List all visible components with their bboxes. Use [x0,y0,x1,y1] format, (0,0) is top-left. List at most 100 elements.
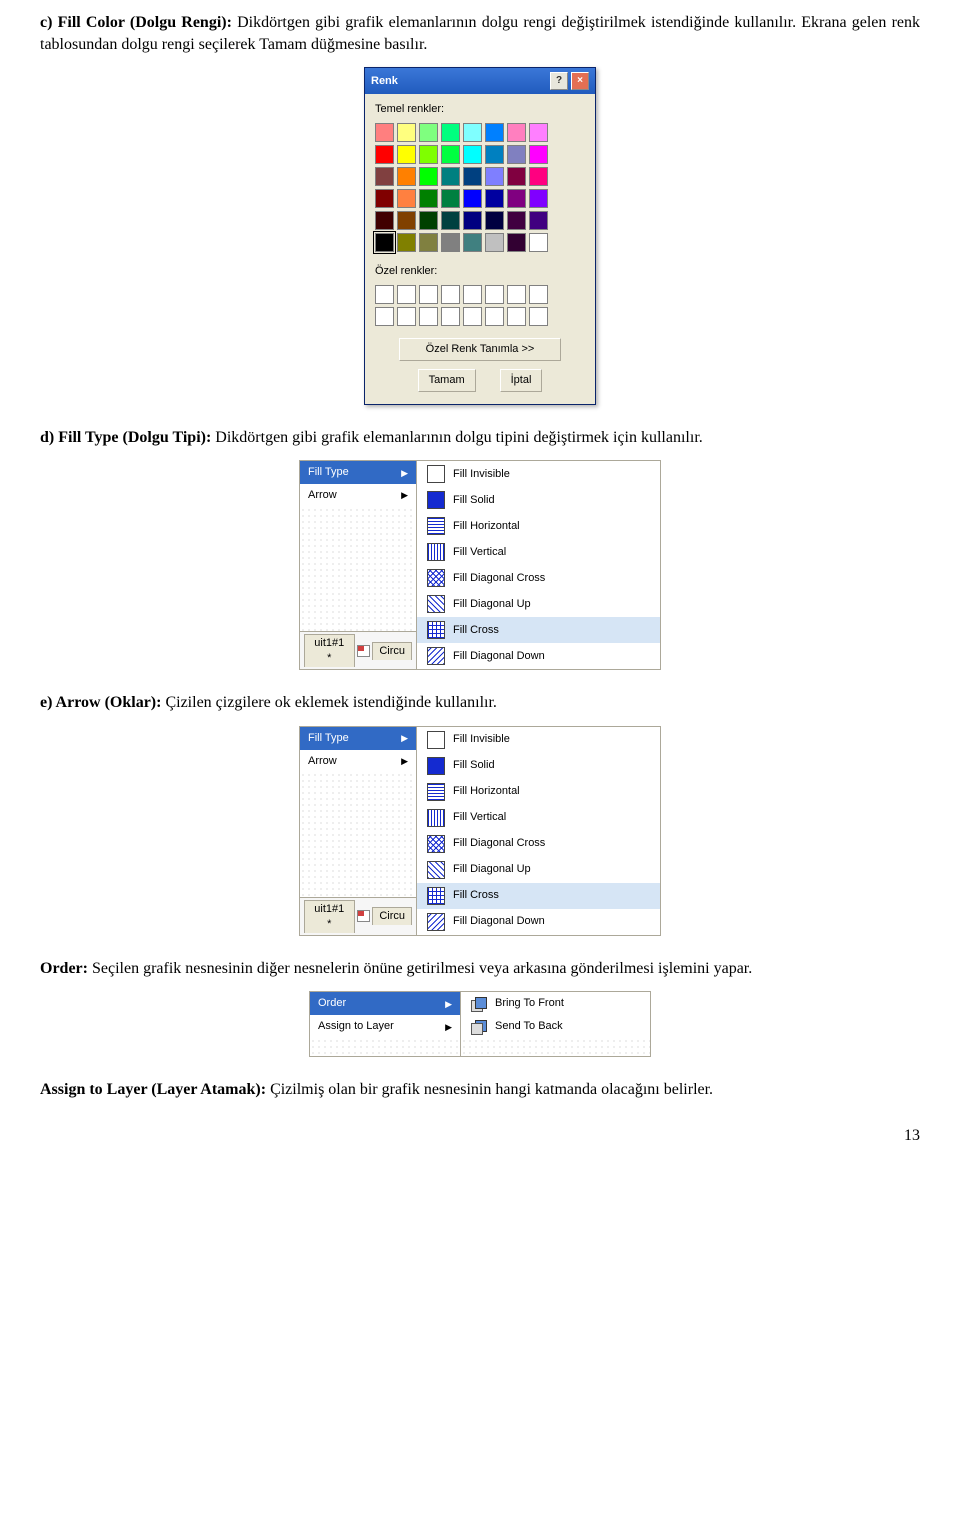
fill-diag-down-icon [427,647,445,665]
fill-solid[interactable]: Fill Solid [417,753,660,779]
color-swatch[interactable] [485,145,504,164]
color-swatch[interactable] [463,189,482,208]
color-swatch[interactable] [419,123,438,142]
color-swatch[interactable] [529,211,548,230]
color-swatch[interactable] [397,233,416,252]
color-swatch[interactable] [529,189,548,208]
color-swatch[interactable] [507,233,526,252]
color-swatch[interactable] [375,167,394,186]
dialog-title: Renk [371,74,398,89]
color-swatch[interactable] [529,167,548,186]
fill-horizontal-icon [427,783,445,801]
send-to-back[interactable]: Send To Back [461,1015,650,1038]
fill-vertical[interactable]: Fill Vertical [417,805,660,831]
fill-invisible[interactable]: Fill Invisible [417,461,660,487]
color-swatch[interactable] [529,123,548,142]
color-swatch[interactable] [463,167,482,186]
color-swatch[interactable] [529,145,548,164]
color-swatch[interactable] [397,211,416,230]
figure-fill-type-menu-2: Fill Type ▶ Arrow ▶ uit1#1 * Circu Fill … [40,726,920,936]
tab-unit1[interactable]: uit1#1 * [304,900,355,933]
bring-to-front-icon [471,997,487,1011]
cancel-button[interactable]: İptal [500,369,543,392]
ok-button[interactable]: Tamam [418,369,476,392]
color-swatch[interactable] [463,233,482,252]
color-swatch[interactable] [463,145,482,164]
fill-item-label: Fill Solid [453,493,495,508]
fill-solid[interactable]: Fill Solid [417,487,660,513]
color-swatch[interactable] [375,145,394,164]
fill-diag-up[interactable]: Fill Diagonal Up [417,591,660,617]
color-swatch[interactable] [375,233,394,252]
menu-item-arrow[interactable]: Arrow ▶ [300,484,416,507]
color-swatch[interactable] [507,123,526,142]
menu-item-arrow[interactable]: Arrow ▶ [300,750,416,773]
color-swatch[interactable] [529,233,548,252]
color-swatch[interactable] [485,233,504,252]
fill-diag-up-icon [427,595,445,613]
fill-type-menu: Fill Type ▶ Arrow ▶ uit1#1 * Circu Fill … [299,726,661,936]
fill-cross[interactable]: Fill Cross [417,883,660,909]
color-swatch[interactable] [397,145,416,164]
color-swatch[interactable] [507,211,526,230]
color-swatch[interactable] [419,233,438,252]
color-swatch[interactable] [419,211,438,230]
color-swatch[interactable] [507,167,526,186]
fill-diag-down[interactable]: Fill Diagonal Down [417,643,660,669]
color-swatch[interactable] [441,233,460,252]
color-swatch[interactable] [463,211,482,230]
tab-circu[interactable]: Circu [372,907,412,925]
color-swatch[interactable] [375,189,394,208]
heading-d: d) Fill Type (Dolgu Tipi): [40,429,211,446]
color-swatch[interactable] [485,189,504,208]
tab-unit1[interactable]: uit1#1 * [304,634,355,667]
chevron-right-icon: ▶ [401,467,408,479]
color-swatch[interactable] [485,123,504,142]
paragraph-fill-type: d) Fill Type (Dolgu Tipi): Dikdörtgen gi… [40,427,920,449]
color-swatch[interactable] [441,123,460,142]
fill-diag-down[interactable]: Fill Diagonal Down [417,909,660,935]
fill-horizontal[interactable]: Fill Horizontal [417,513,660,539]
color-swatch[interactable] [507,145,526,164]
color-swatch[interactable] [419,167,438,186]
canvas-area [461,1038,650,1056]
color-swatch[interactable] [441,145,460,164]
color-swatch[interactable] [463,123,482,142]
color-swatch[interactable] [441,211,460,230]
tab-circu[interactable]: Circu [372,642,412,660]
color-swatch[interactable] [375,211,394,230]
color-swatch[interactable] [375,123,394,142]
color-swatch[interactable] [441,189,460,208]
menu-item-fill-type[interactable]: Fill Type ▶ [300,461,416,484]
color-swatch[interactable] [397,167,416,186]
fill-item-label: Fill Invisible [453,467,510,482]
menu-item-order[interactable]: Order ▶ [310,992,460,1015]
menu-label: Fill Type [308,731,349,746]
color-swatch[interactable] [397,123,416,142]
fill-diag-cross[interactable]: Fill Diagonal Cross [417,565,660,591]
help-icon[interactable]: ? [550,72,568,90]
fill-vertical[interactable]: Fill Vertical [417,539,660,565]
figure-color-dialog: Renk ? × Temel renkler: Özel renkler: Öz… [40,67,920,404]
menu-item-fill-type[interactable]: Fill Type ▶ [300,727,416,750]
fill-submenu: Fill Invisible Fill Solid Fill Horizonta… [417,727,660,935]
fill-diag-up[interactable]: Fill Diagonal Up [417,857,660,883]
color-swatch[interactable] [485,211,504,230]
color-swatch[interactable] [397,189,416,208]
bring-to-front[interactable]: Bring To Front [461,992,650,1015]
define-custom-color-button[interactable]: Özel Renk Tanımla >> [399,338,561,361]
fill-diag-cross[interactable]: Fill Diagonal Cross [417,831,660,857]
fill-invisible[interactable]: Fill Invisible [417,727,660,753]
color-swatch[interactable] [419,145,438,164]
fill-invisible-icon [427,731,445,749]
color-swatch[interactable] [507,189,526,208]
fill-horizontal[interactable]: Fill Horizontal [417,779,660,805]
fill-item-label: Fill Diagonal Cross [453,571,545,586]
color-swatch[interactable] [441,167,460,186]
close-icon[interactable]: × [571,72,589,90]
order-item-label: Bring To Front [495,996,564,1011]
color-swatch[interactable] [485,167,504,186]
fill-cross[interactable]: Fill Cross [417,617,660,643]
color-swatch[interactable] [419,189,438,208]
menu-item-assign-layer[interactable]: Assign to Layer ▶ [310,1015,460,1038]
